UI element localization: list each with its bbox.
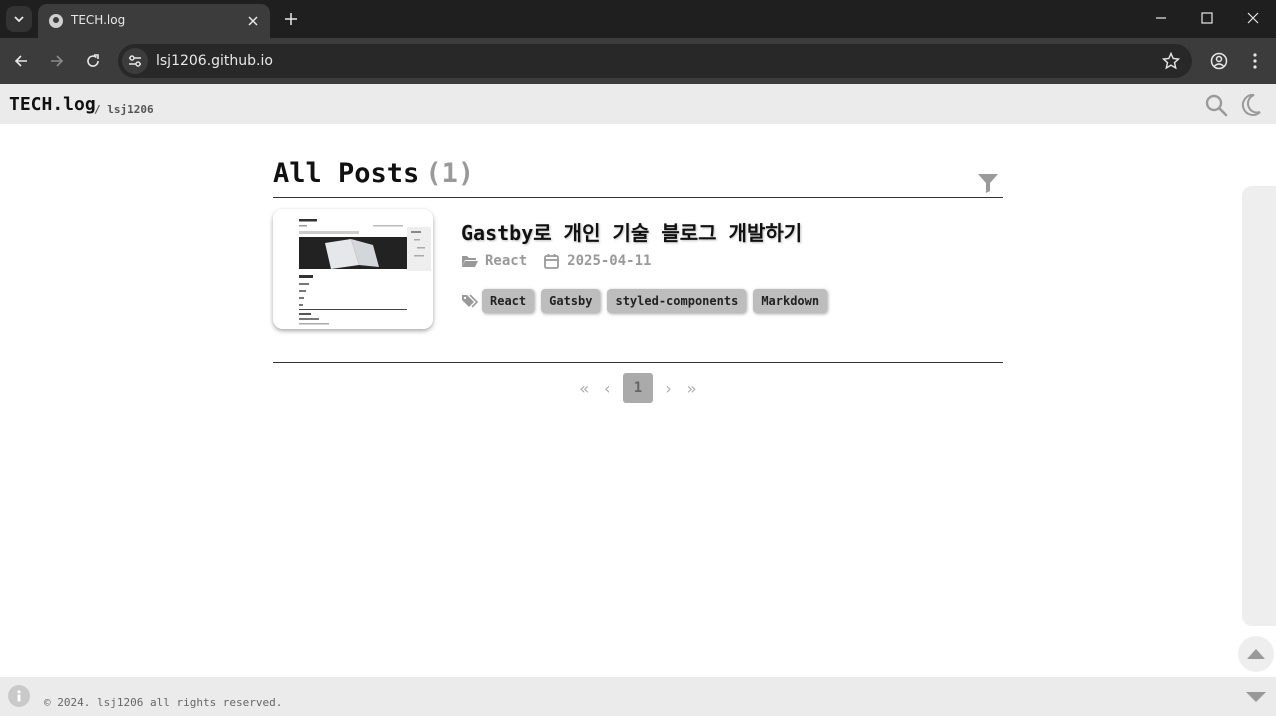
close-window-button[interactable] [1230,4,1276,32]
first-page-button[interactable]: « [573,379,596,398]
folder-open-icon [462,256,478,267]
minimize-icon [1156,17,1166,19]
info-icon [17,690,21,702]
forward-button[interactable] [45,49,69,73]
new-tab-button[interactable] [280,8,302,30]
moon-icon[interactable] [1238,93,1262,117]
profile-icon [1210,52,1228,70]
caret-down-icon[interactable] [1244,689,1268,705]
site-header: TECH.log / lsj1206 [0,84,1276,124]
url-text[interactable]: lsj1206.github.io [156,53,273,69]
post-meta: React 2025-04-11 [461,251,651,271]
bookmark-star-icon[interactable] [1162,52,1180,70]
prev-page-button[interactable]: ‹ [596,379,619,398]
post-tags: React Gatsby styled-components Markdown [461,289,834,313]
plus-icon [285,13,297,25]
posts-heading: All Posts [273,158,420,189]
browser-toolbar: lsj1206.github.io [0,38,1276,84]
tab-search-button[interactable] [6,6,32,32]
minimize-button[interactable] [1138,4,1184,32]
site-info-button[interactable] [122,48,148,74]
tags-icon [462,294,479,308]
back-button[interactable] [9,49,33,73]
browser-tab-bar: TECH.log [0,0,1276,38]
posts-header: All Posts (1) [273,158,1003,198]
arrow-left-icon [14,55,27,67]
post-card[interactable]: Gastby로 개인 기술 블로그 개발하기 React 2025-04-11 … [273,209,1003,331]
side-panel [1242,186,1276,626]
tag-styled-components[interactable]: styled-components [607,289,747,313]
tab-title: TECH.log [71,13,126,27]
page-title: All Posts (1) [273,158,474,189]
next-page-button[interactable]: › [657,379,680,398]
more-vertical-icon [1253,53,1257,69]
site-subtitle: / lsj1206 [94,103,154,116]
address-bar[interactable]: lsj1206.github.io [118,44,1192,78]
caret-up-icon [1247,649,1265,659]
info-button[interactable] [8,685,30,707]
maximize-button[interactable] [1184,4,1230,32]
close-icon [1247,12,1259,24]
post-category[interactable]: React [485,253,527,269]
tune-icon [129,55,141,67]
filter-icon[interactable] [977,172,999,194]
content-divider [273,362,1003,363]
calendar-icon [544,254,560,269]
current-page-button[interactable]: 1 [623,373,653,403]
scroll-to-top-button[interactable] [1238,636,1274,672]
last-page-button[interactable]: » [680,379,703,398]
site-footer: © 2024. lsj1206 all rights reserved. [0,677,1276,716]
main-content: All Posts (1) Gastby로 개인 기술 블로그 개발하기 Rea… [273,158,1003,403]
tag-gatsby[interactable]: Gatsby [541,289,601,313]
copyright-text: © 2024. lsj1206 all rights reserved. [44,696,283,709]
github-favicon-icon [49,14,63,28]
profile-button[interactable] [1207,49,1231,73]
pagination: « ‹ 1 › » [273,373,1003,403]
tag-react[interactable]: React [482,289,535,313]
reload-icon [87,54,99,67]
close-icon [248,16,258,26]
browser-tab[interactable]: TECH.log [38,4,270,38]
maximize-icon [1201,12,1213,24]
tag-markdown[interactable]: Markdown [753,289,828,313]
post-thumbnail[interactable] [273,209,433,329]
thumbnail-image [273,209,433,329]
search-icon[interactable] [1204,93,1228,117]
chevron-down-icon [14,16,24,23]
reload-button[interactable] [81,49,105,73]
tab-close-button[interactable] [244,12,262,30]
post-title[interactable]: Gastby로 개인 기술 블로그 개발하기 [461,217,802,246]
posts-count: (1) [425,158,475,189]
arrow-right-icon [51,55,64,67]
post-date: 2025-04-11 [567,253,652,269]
browser-menu-button[interactable] [1243,49,1267,73]
site-logo[interactable]: TECH.log [9,94,96,115]
